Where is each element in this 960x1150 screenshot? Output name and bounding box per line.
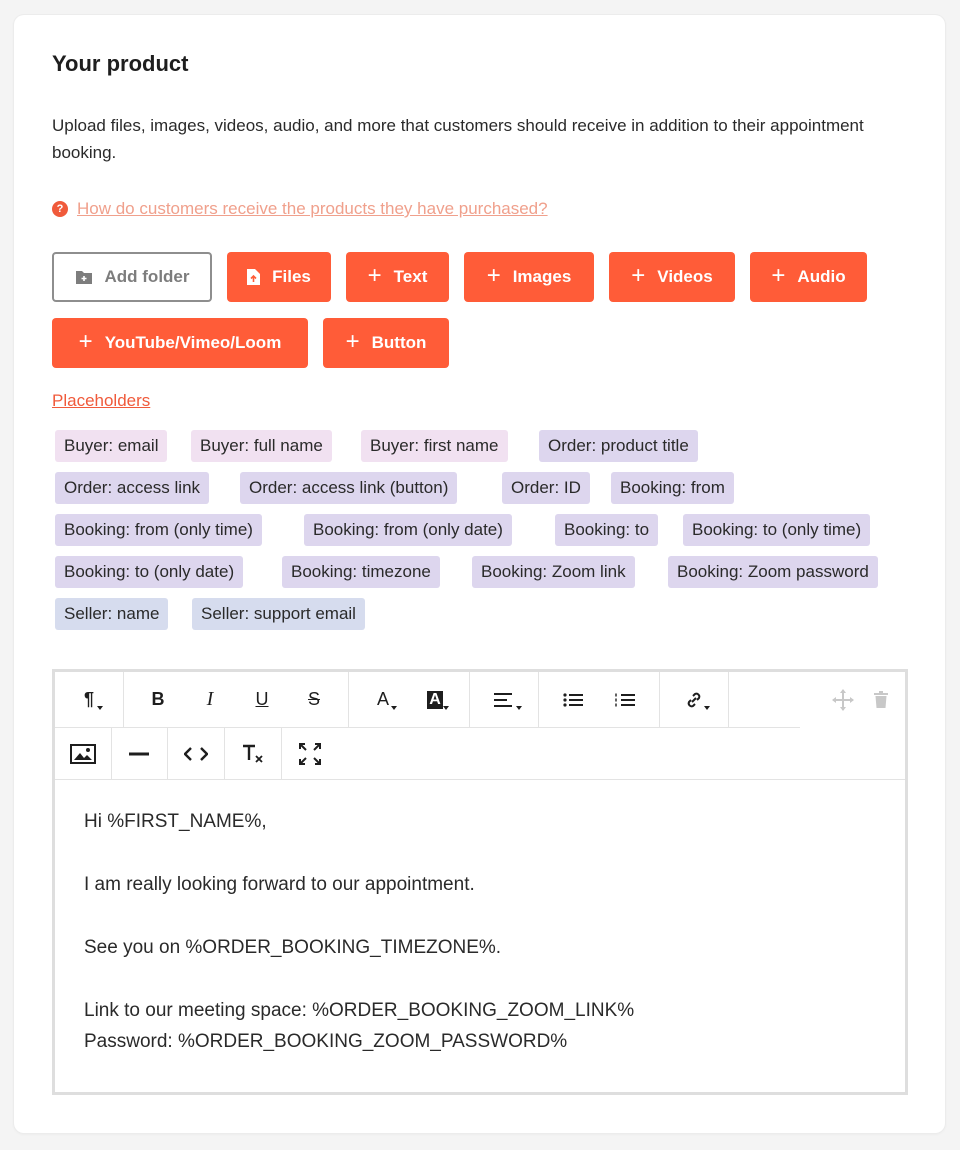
placeholder-chip[interactable]: Booking: from (611, 472, 734, 504)
add-button-button[interactable]: + Button (323, 318, 449, 368)
editor-line: I am really looking forward to our appoi… (84, 874, 475, 895)
placeholder-chip[interactable]: Order: product title (539, 430, 698, 462)
help-row: ? How do customers receive the products … (52, 199, 548, 219)
placeholder-chip[interactable]: Booking: Zoom link (472, 556, 635, 588)
placeholder-chip[interactable]: Buyer: first name (361, 430, 508, 462)
trash-icon[interactable] (867, 680, 895, 720)
add-folder-button[interactable]: Add folder (52, 252, 212, 302)
add-videos-button[interactable]: + Videos (609, 252, 735, 302)
code-view-icon[interactable] (168, 728, 225, 779)
placeholder-chip[interactable]: Order: ID (502, 472, 590, 504)
folder-plus-icon (75, 271, 92, 284)
placeholder-chip[interactable]: Booking: from (only date) (304, 514, 512, 546)
italic-icon[interactable]: I (184, 680, 236, 720)
product-card: Your product Upload files, images, video… (14, 15, 945, 1133)
rich-text-editor: ¶ B I U S A A Hi %FIRST_NAME%, I am real… (52, 669, 908, 1095)
editor-line: Password: %ORDER_BOOKING_ZOOM_PASSWORD% (84, 1031, 568, 1052)
bold-icon[interactable]: B (132, 680, 184, 720)
horizontal-line-icon[interactable] (112, 728, 169, 779)
fullscreen-icon[interactable] (282, 728, 338, 779)
plus-icon: + (345, 328, 360, 355)
link-icon[interactable] (668, 680, 720, 720)
add-images-button[interactable]: + Images (464, 252, 594, 302)
editor-line: Hi %FIRST_NAME%, (84, 811, 267, 832)
editor-content[interactable]: Hi %FIRST_NAME%, I am really looking for… (84, 806, 634, 1057)
file-upload-icon (247, 269, 261, 285)
placeholder-chip[interactable]: Booking: timezone (282, 556, 440, 588)
background-color-icon[interactable]: A (409, 680, 461, 720)
section-title: Your product (52, 51, 189, 76)
placeholder-chip[interactable]: Seller: support email (192, 598, 365, 630)
underline-icon[interactable]: U (236, 680, 288, 720)
placeholder-chip[interactable]: Seller: name (55, 598, 169, 630)
plus-icon: + (367, 262, 382, 289)
align-icon[interactable] (478, 680, 530, 720)
text-color-icon[interactable]: A (357, 680, 409, 720)
placeholder-chip[interactable]: Booking: to (only date) (55, 556, 244, 588)
editor-line: Link to our meeting space: %ORDER_BOOKIN… (84, 1000, 635, 1021)
placeholder-chip[interactable]: Order: access link (button) (240, 472, 458, 504)
image-icon[interactable] (55, 728, 112, 779)
placeholder-chip[interactable]: Buyer: email (55, 430, 168, 462)
paragraph-icon[interactable]: ¶ (65, 680, 113, 720)
help-link[interactable]: How do customers receive the products th… (77, 199, 548, 219)
clear-format-icon[interactable] (225, 728, 282, 779)
plus-icon: + (631, 262, 646, 289)
placeholder-chip[interactable]: Order: access link (55, 472, 210, 504)
add-youtube-vimeo-loom-button[interactable]: + YouTube/Vimeo/Loom (52, 318, 308, 368)
editor-line: See you on %ORDER_BOOKING_TIMEZONE%. (84, 937, 502, 958)
question-icon: ? (52, 201, 68, 217)
placeholder-chip[interactable]: Booking: from (only time) (55, 514, 262, 546)
add-audio-button[interactable]: + Audio (750, 252, 867, 302)
files-button[interactable]: Files (227, 252, 331, 302)
editor-toolbar-row1: ¶ B I U S A A (55, 672, 800, 728)
move-icon[interactable] (829, 680, 857, 720)
editor-toolbar-right (829, 672, 895, 728)
placeholder-chip[interactable]: Booking: to (555, 514, 659, 546)
placeholder-chip[interactable]: Booking: Zoom password (668, 556, 878, 588)
plus-icon: + (486, 262, 501, 289)
editor-toolbar-row2 (55, 728, 905, 780)
add-text-button[interactable]: + Text (346, 252, 449, 302)
placeholder-chip[interactable]: Booking: to (only time) (683, 514, 871, 546)
strikethrough-icon[interactable]: S (288, 680, 340, 720)
numbered-list-icon[interactable] (599, 680, 651, 720)
section-description: Upload files, images, videos, audio, and… (52, 116, 864, 162)
placeholders-link[interactable]: Placeholders (52, 391, 150, 411)
plus-icon: + (78, 328, 93, 355)
plus-icon: + (771, 262, 786, 289)
bulleted-list-icon[interactable] (547, 680, 599, 720)
placeholder-chip[interactable]: Buyer: full name (191, 430, 332, 462)
